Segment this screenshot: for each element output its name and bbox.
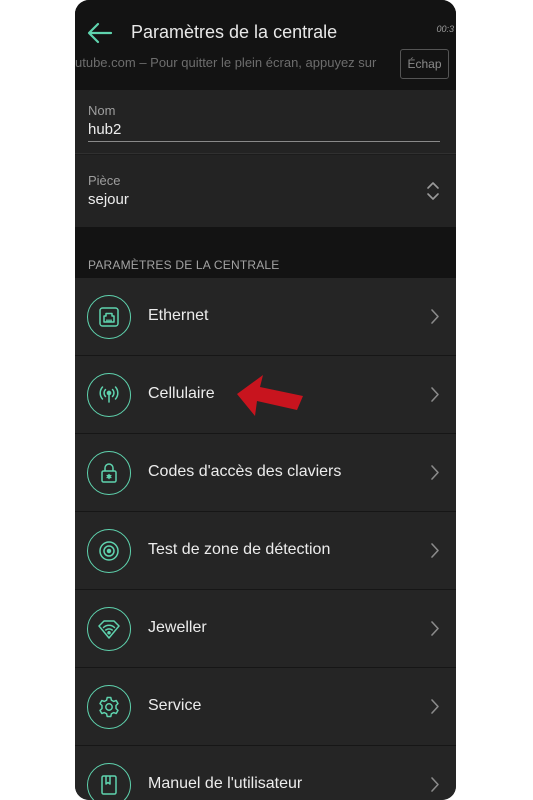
jeweller-wifi-icon <box>87 607 131 651</box>
fullscreen-notice: utube.com – Pour quitter le plein écran,… <box>75 55 377 70</box>
name-label: Nom <box>88 103 116 118</box>
chevron-right-icon <box>431 309 439 324</box>
menu-label: Service <box>148 697 202 714</box>
room-selector[interactable]: Pièce sejour <box>75 155 456 227</box>
cellular-antenna-icon <box>87 373 131 417</box>
gear-icon <box>87 685 131 729</box>
video-timer: 00:3 <box>436 24 454 34</box>
menu-item-keypad-codes[interactable]: Codes d'accès des claviers <box>75 434 456 512</box>
room-value: sejour <box>88 191 129 208</box>
manual-book-icon <box>87 763 131 800</box>
menu-label: Test de zone de détection <box>148 541 331 558</box>
back-arrow-icon[interactable] <box>85 18 115 48</box>
menu-label: Ethernet <box>148 307 209 324</box>
chevron-right-icon <box>431 699 439 714</box>
menu-label: Jeweller <box>148 619 207 636</box>
page-title: Paramètres de la centrale <box>131 22 338 42</box>
menu-item-detection-test[interactable]: Test de zone de détection <box>75 512 456 590</box>
up-down-chevron-icon[interactable] <box>426 181 440 201</box>
chevron-right-icon <box>431 777 439 792</box>
annotation-arrow-icon <box>237 375 303 416</box>
name-underline <box>88 141 440 142</box>
chevron-right-icon <box>431 621 439 636</box>
name-input[interactable]: hub2 <box>88 121 121 138</box>
menu-item-jeweller[interactable]: Jeweller <box>75 590 456 668</box>
chevron-right-icon <box>431 387 439 402</box>
section-title: PARAMÈTRES DE LA CENTRALE <box>88 258 280 272</box>
section-header: PARAMÈTRES DE LA CENTRALE <box>75 227 456 278</box>
chevron-right-icon <box>431 543 439 558</box>
menu-label: Cellulaire <box>148 385 215 402</box>
menu-item-ethernet[interactable]: Ethernet <box>75 278 456 356</box>
room-label: Pièce <box>88 173 121 188</box>
menu-label: Manuel de l'utilisateur <box>148 775 303 792</box>
menu-item-user-manual[interactable]: Manuel de l'utilisateur <box>75 746 456 800</box>
ethernet-icon <box>87 295 131 339</box>
settings-menu: Ethernet Cellulaire Codes d'accès des cl… <box>75 278 456 800</box>
padlock-icon <box>87 451 131 495</box>
detection-zone-icon <box>87 529 131 573</box>
escape-key-badge: Échap <box>400 49 449 79</box>
name-field[interactable]: Nom hub2 <box>75 90 456 154</box>
menu-item-service[interactable]: Service <box>75 668 456 746</box>
top-bar: Paramètres de la centrale 00:3 utube.com… <box>75 0 456 90</box>
chevron-right-icon <box>431 465 439 480</box>
menu-label: Codes d'accès des claviers <box>148 463 342 480</box>
